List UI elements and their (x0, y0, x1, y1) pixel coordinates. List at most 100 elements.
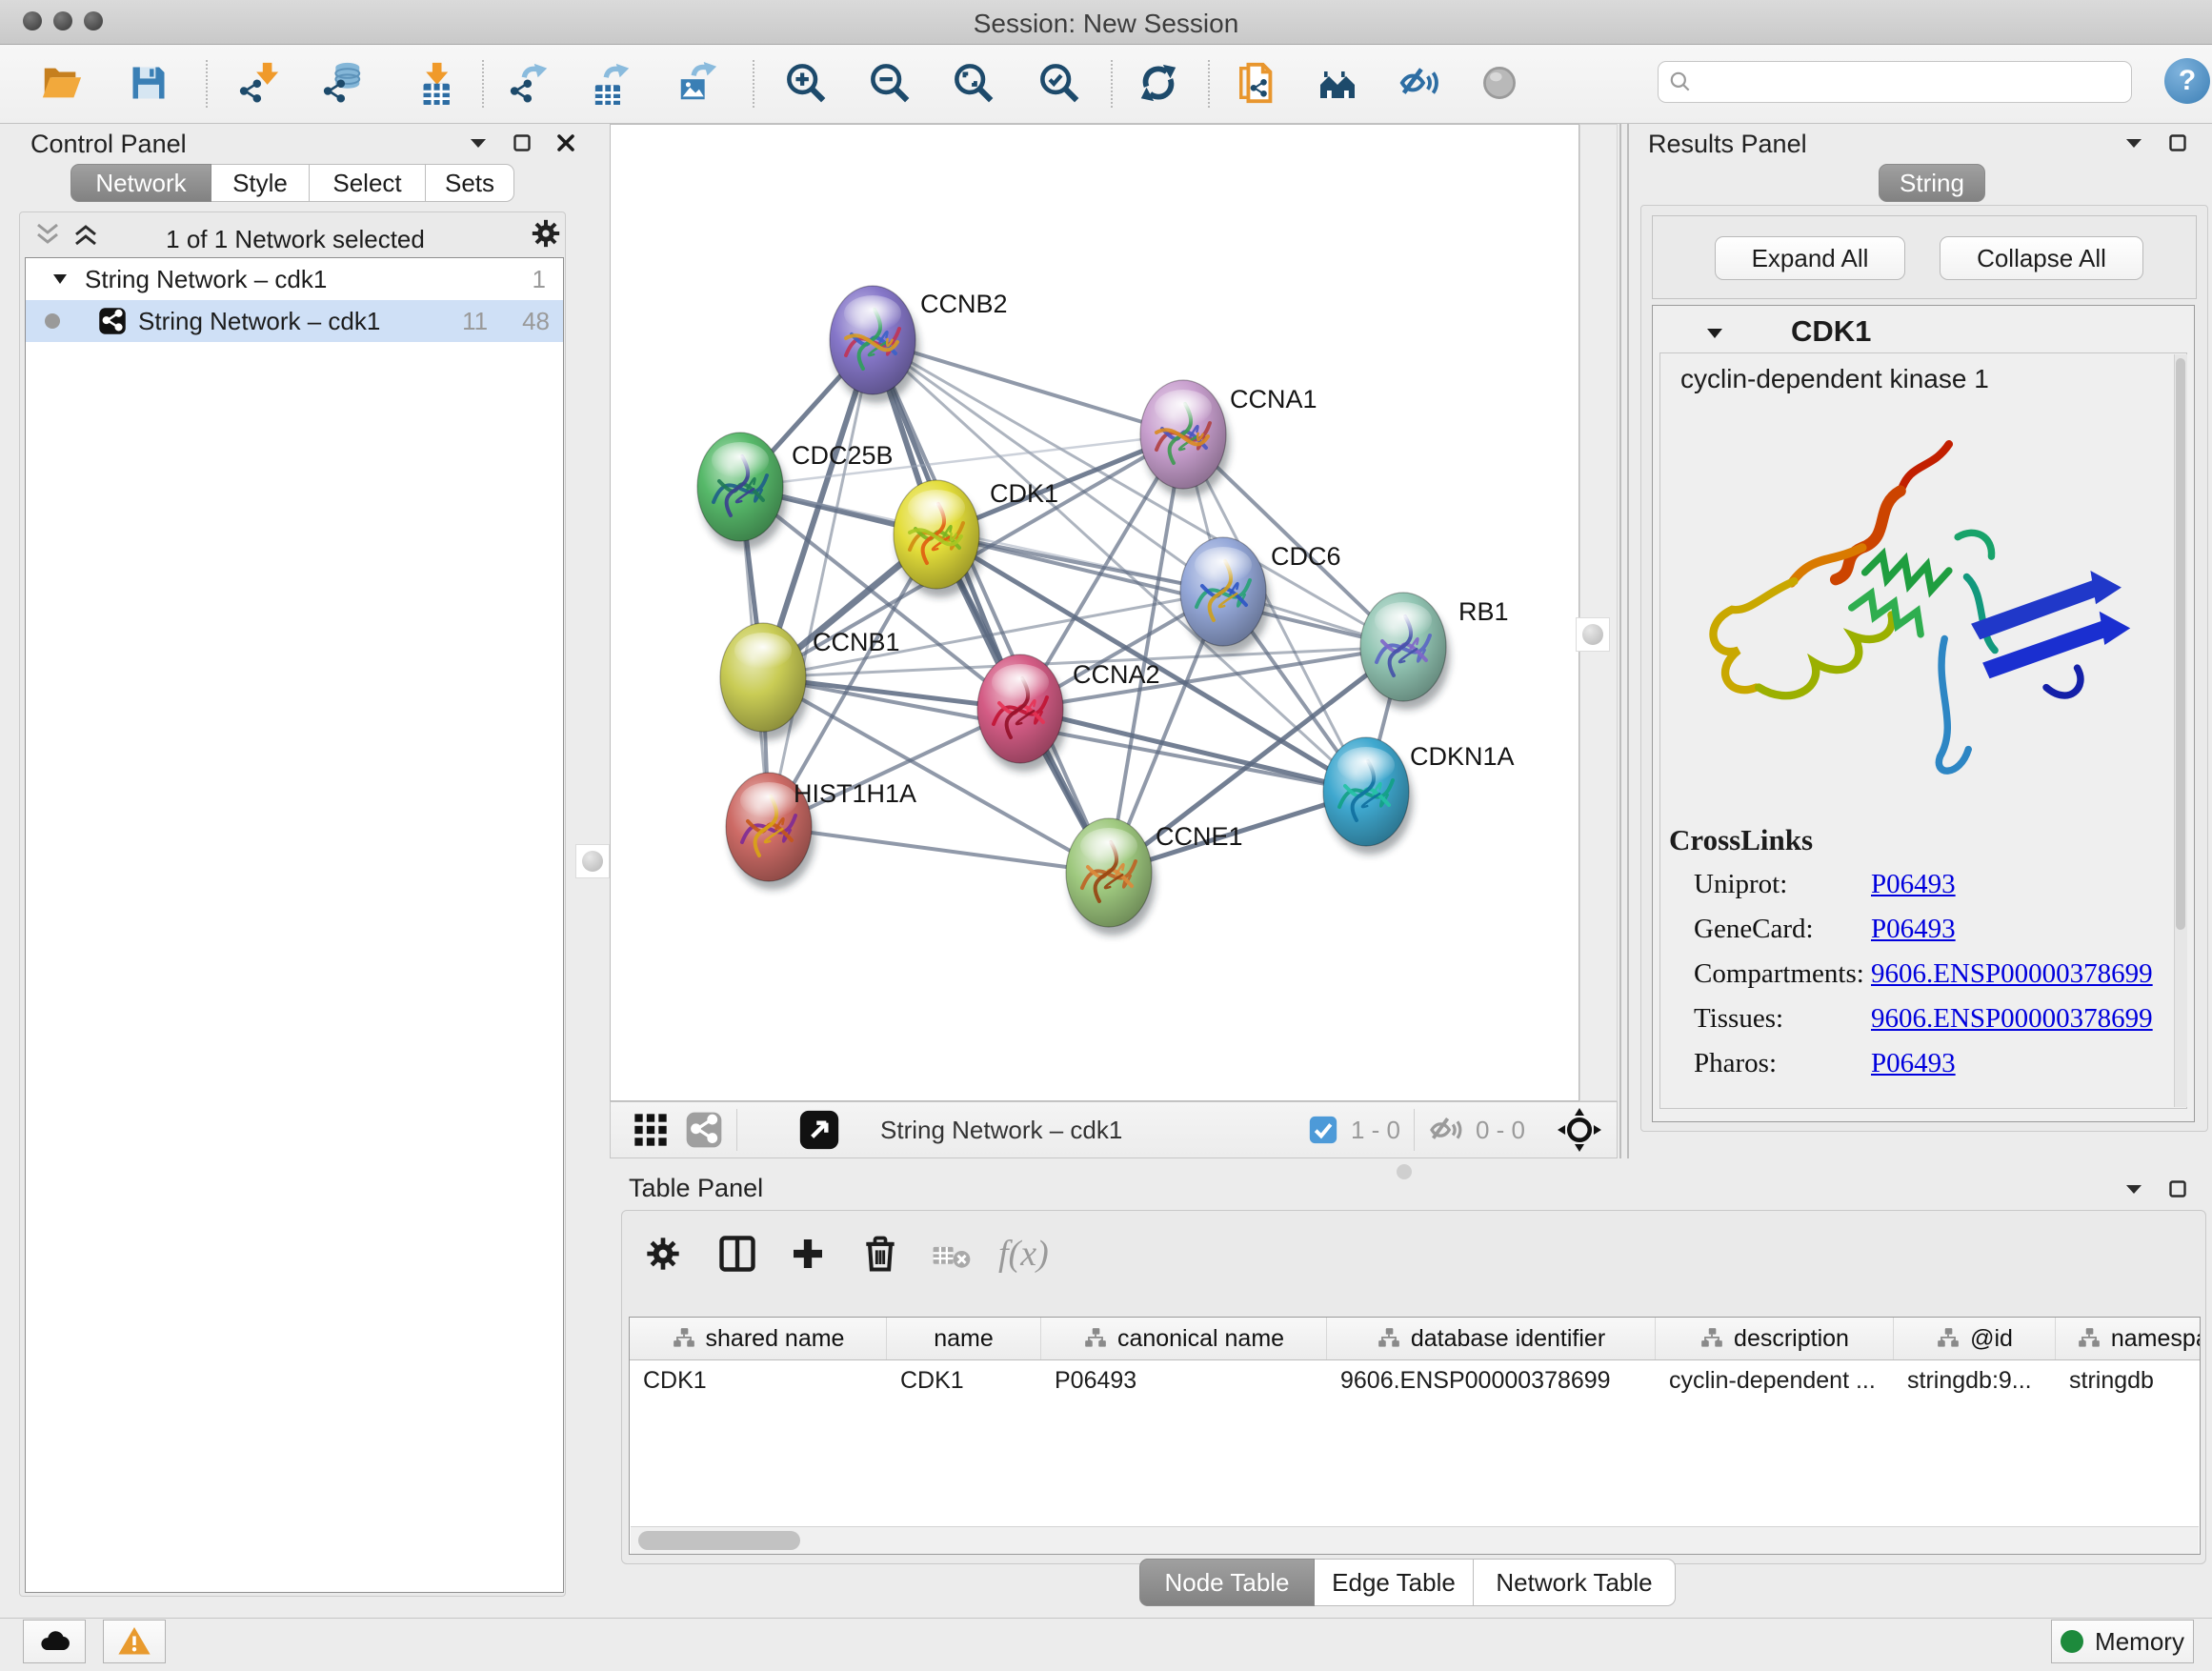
node-table[interactable]: shared namenamecanonical namedatabase id… (629, 1317, 2201, 1555)
selected-checkbox-icon[interactable] (1307, 1114, 1339, 1146)
search-field[interactable] (1658, 61, 2132, 103)
show-columns-icon[interactable] (716, 1233, 758, 1275)
table-cell[interactable]: 9606.ENSP00000378699 (1327, 1367, 1656, 1395)
network-canvas[interactable]: CCNB2CCNA1CDC25BCDK1CDC6RB1CCNB1CCNA2CDK… (610, 124, 1579, 1101)
tab-string[interactable]: String (1879, 164, 1985, 202)
memory-status-dot (2061, 1630, 2083, 1653)
table-cell[interactable]: CDK1 (630, 1367, 887, 1395)
results-scrollbar[interactable] (2174, 354, 2187, 1107)
import-network-button[interactable] (232, 56, 286, 110)
network-right-gutter (1579, 124, 1618, 1101)
help-button[interactable]: ? (2164, 58, 2210, 104)
open-session-button[interactable] (34, 56, 88, 110)
fit-content-crosshair-icon[interactable] (1558, 1108, 1601, 1152)
node-count: 11 (462, 307, 488, 336)
search-input[interactable] (1693, 68, 2106, 96)
svg-text:CCNB1: CCNB1 (813, 628, 900, 656)
table-cell[interactable]: cyclin-dependent ... (1656, 1367, 1894, 1395)
table-row[interactable]: CDK1CDK1P064939606.ENSP00000378699cyclin… (630, 1360, 2200, 1400)
left-splitter-handle[interactable] (575, 844, 610, 878)
network-view-title: String Network – cdk1 (880, 1116, 1122, 1145)
import-database-button[interactable] (316, 56, 370, 110)
network-tree-root-row[interactable]: String Network – cdk1 1 (26, 258, 563, 300)
column-header-shared-name[interactable]: shared name (630, 1318, 887, 1359)
collapse-panel-icon[interactable] (2124, 1182, 2143, 1196)
crosslink-link[interactable]: 9606.ENSP00000378699 (1871, 958, 2153, 990)
scrollbar-thumb[interactable] (638, 1531, 800, 1550)
tab-sets[interactable]: Sets (426, 164, 514, 202)
birdseye-view-icon[interactable] (798, 1109, 840, 1151)
grid-view-icon[interactable] (632, 1111, 670, 1149)
delete-column-trash-icon[interactable] (859, 1233, 901, 1275)
import-table-button[interactable] (404, 56, 457, 110)
column-header-database-identifier[interactable]: database identifier (1327, 1318, 1656, 1359)
save-session-button[interactable] (122, 56, 175, 110)
tree-expander-icon[interactable] (52, 273, 68, 285)
hide-glyphs-button[interactable] (1393, 56, 1446, 110)
control-panel-tab-bar: Network Style Select Sets (70, 164, 514, 202)
tab-network-table[interactable]: Network Table (1474, 1559, 1676, 1606)
collapse-all-networks-icon[interactable] (34, 223, 63, 246)
zoom-out-button[interactable] (863, 56, 916, 110)
zoom-in-button[interactable] (779, 56, 833, 110)
column-header-namespace[interactable]: namespace (2056, 1318, 2201, 1359)
eye-disabled-icon (1478, 62, 1520, 104)
collapse-all-button[interactable]: Collapse All (1940, 236, 2143, 280)
string-home-button[interactable] (1313, 56, 1366, 110)
show-glyphs-button[interactable] (1473, 56, 1526, 110)
table-options-gear-icon[interactable] (644, 1235, 682, 1273)
tab-edge-table[interactable]: Edge Table (1315, 1559, 1474, 1606)
export-network-button[interactable] (503, 56, 556, 110)
function-builder-icon-disabled: f(x) (998, 1233, 1049, 1275)
share-view-icon[interactable] (685, 1111, 723, 1149)
tab-select[interactable]: Select (310, 164, 426, 202)
svg-text:CDC6: CDC6 (1271, 542, 1341, 571)
close-panel-icon[interactable] (556, 133, 575, 152)
collapse-panel-icon[interactable] (2124, 136, 2143, 150)
horizontal-splitter-handle[interactable] (1397, 1164, 1412, 1179)
add-column-icon[interactable] (789, 1235, 827, 1273)
warnings-button[interactable] (103, 1620, 166, 1663)
crosslink-link[interactable]: P06493 (1871, 1048, 1956, 1079)
float-panel-icon[interactable] (2168, 133, 2187, 152)
vertical-splitter[interactable] (1619, 124, 1621, 1158)
refresh-button[interactable] (1132, 56, 1185, 110)
table-cell[interactable]: CDK1 (887, 1367, 1041, 1395)
string-document-button[interactable] (1231, 56, 1284, 110)
export-table-icon (590, 61, 633, 105)
tab-node-table[interactable]: Node Table (1139, 1559, 1315, 1606)
memory-label: Memory (2095, 1627, 2184, 1657)
crosslink-link[interactable]: P06493 (1871, 914, 1956, 945)
zoom-selected-button[interactable] (1033, 56, 1086, 110)
network-graph[interactable]: CCNB2CCNA1CDC25BCDK1CDC6RB1CCNB1CCNA2CDK… (611, 125, 1579, 1100)
network-tree-child-row[interactable]: String Network – cdk1 11 48 (26, 300, 563, 342)
protein-expander-icon[interactable] (1705, 326, 1724, 340)
right-splitter-handle[interactable] (1576, 617, 1610, 652)
table-horizontal-scrollbar[interactable] (631, 1526, 2199, 1554)
zoom-fit-button[interactable] (947, 56, 1000, 110)
crosslink-link[interactable]: 9606.ENSP00000378699 (1871, 1003, 2153, 1035)
expand-all-button[interactable]: Expand All (1715, 236, 1905, 280)
crosslink-link[interactable]: P06493 (1871, 869, 1956, 900)
table-cell[interactable]: stringdb (2056, 1367, 2201, 1395)
column-header-canonical-name[interactable]: canonical name (1041, 1318, 1327, 1359)
cloud-status-button[interactable] (23, 1620, 86, 1663)
table-cell[interactable]: P06493 (1041, 1367, 1327, 1395)
float-panel-icon[interactable] (513, 133, 532, 152)
column-header--id[interactable]: @id (1894, 1318, 2056, 1359)
network-options-gear-icon[interactable] (530, 217, 562, 250)
save-icon (128, 62, 170, 104)
collapse-panel-icon[interactable] (469, 136, 488, 150)
import-table-icon (409, 61, 452, 105)
memory-button[interactable]: Memory (2051, 1620, 2194, 1663)
float-panel-icon[interactable] (2168, 1179, 2187, 1198)
expand-all-networks-icon[interactable] (72, 223, 101, 246)
export-table-button[interactable] (585, 56, 638, 110)
column-header-description[interactable]: description (1656, 1318, 1894, 1359)
tab-style[interactable]: Style (211, 164, 310, 202)
tab-network[interactable]: Network (70, 164, 211, 202)
table-cell[interactable]: stringdb:9... (1894, 1367, 2056, 1395)
column-header-name[interactable]: name (887, 1318, 1041, 1359)
export-image-button[interactable] (671, 56, 724, 110)
svg-text:CCNB2: CCNB2 (920, 290, 1008, 318)
